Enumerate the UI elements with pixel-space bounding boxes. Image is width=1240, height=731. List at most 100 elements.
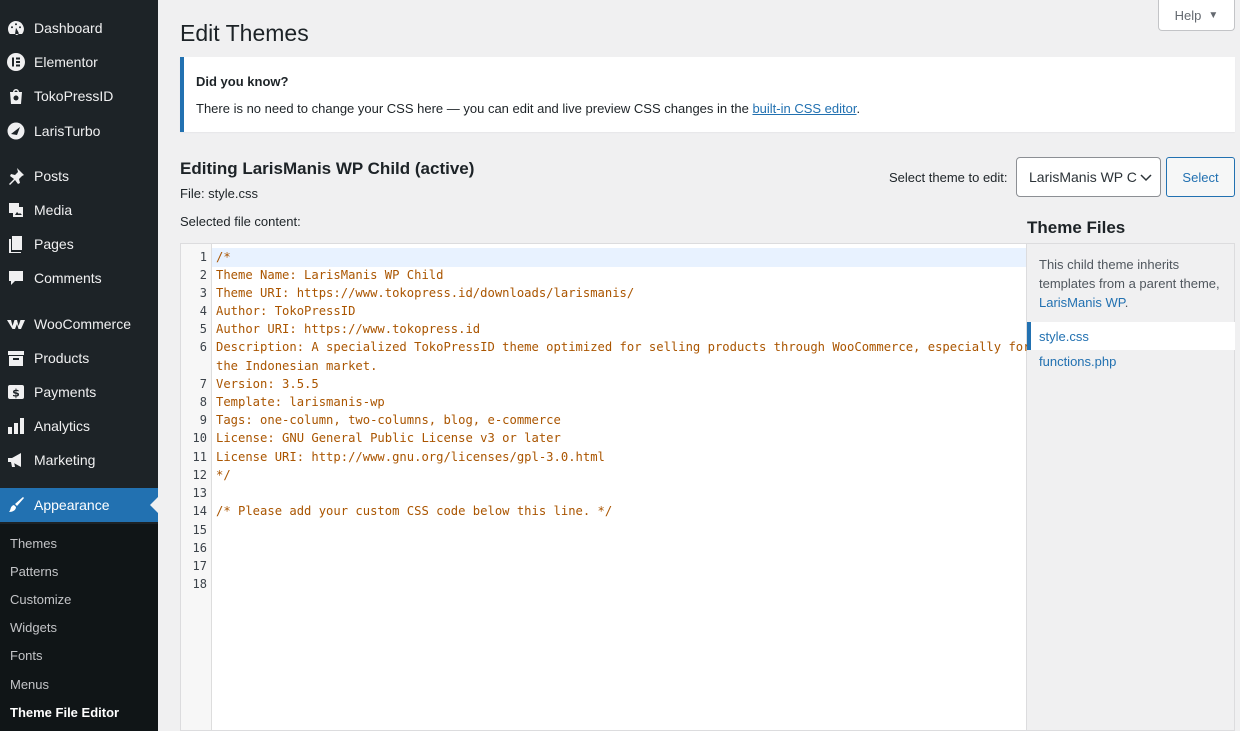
sidebar-item-label: Analytics bbox=[34, 418, 91, 434]
line-number-gutter: 1 2 3 4 5 6 7 8 9 10 11 12 13 14 15 16 1… bbox=[181, 244, 212, 730]
sidebar-item-label: Dashboard bbox=[34, 20, 103, 36]
sidebar-item-woocommerce[interactable]: WooCommerce bbox=[0, 307, 158, 341]
code-line: Theme Name: LarisManis WP Child bbox=[216, 268, 444, 282]
code-line: Author URI: https://www.tokopress.id bbox=[216, 322, 481, 336]
file-link-functions-php[interactable]: functions.php bbox=[1027, 347, 1235, 375]
media-icon bbox=[5, 199, 27, 221]
notice-text-before: There is no need to change your CSS here… bbox=[196, 101, 753, 116]
did-you-know-notice: Did you know? There is no need to change… bbox=[180, 57, 1235, 132]
sidebar-item-products[interactable]: Products bbox=[0, 341, 158, 375]
css-editor-link[interactable]: built-in CSS editor bbox=[752, 101, 856, 116]
help-label: Help bbox=[1174, 7, 1202, 23]
paintbrush-icon bbox=[5, 494, 27, 516]
sidebar-item-analytics[interactable]: Analytics bbox=[0, 409, 158, 443]
theme-select-dropdown[interactable]: LarisManis WP Child bbox=[1016, 157, 1161, 197]
parent-theme-link[interactable]: LarisManis WP bbox=[1039, 295, 1125, 310]
payments-icon: $ bbox=[5, 381, 27, 403]
line-number: 4 bbox=[199, 304, 207, 318]
admin-sidebar: Dashboard Elementor TokoPressID LarisTur… bbox=[0, 0, 158, 731]
code-line: License URI: http://www.gnu.org/licenses… bbox=[216, 450, 605, 464]
file-link-style-css[interactable]: style.css bbox=[1027, 322, 1235, 350]
theme-select-value: LarisManis WP Child bbox=[1029, 169, 1137, 185]
line-number: 10 bbox=[192, 431, 207, 445]
selected-content-label: Selected file content: bbox=[180, 214, 301, 229]
submenu-item-fonts[interactable]: Fonts bbox=[10, 648, 43, 663]
dashboard-icon bbox=[5, 17, 27, 39]
pages-icon bbox=[5, 233, 27, 255]
code-line: /* Please add your custom CSS code below… bbox=[216, 504, 613, 518]
notice-text-after: . bbox=[856, 101, 861, 116]
line-number: 9 bbox=[199, 413, 207, 427]
page-title: Edit Themes bbox=[180, 20, 309, 46]
theme-files-title: Theme Files bbox=[1027, 218, 1126, 237]
sidebar-item-marketing[interactable]: Marketing bbox=[0, 443, 158, 477]
sidebar-item-comments[interactable]: Comments bbox=[0, 261, 158, 295]
notice-title: Did you know? bbox=[196, 74, 289, 89]
notice-text: There is no need to change your CSS here… bbox=[196, 101, 860, 116]
sidebar-item-label: Elementor bbox=[34, 54, 98, 70]
line-number: 18 bbox=[192, 577, 207, 591]
line-number: 8 bbox=[199, 395, 207, 409]
sidebar-item-laristurbo[interactable]: LarisTurbo bbox=[0, 114, 158, 148]
sidebar-item-elementor[interactable]: Elementor bbox=[0, 45, 158, 79]
sidebar-item-label: Posts bbox=[34, 168, 70, 184]
code-line: Tags: one-column, two-columns, blog, e-c… bbox=[216, 413, 561, 427]
sidebar-item-label: Media bbox=[34, 202, 73, 218]
line-number: 11 bbox=[192, 450, 207, 464]
megaphone-icon bbox=[5, 449, 27, 471]
help-button[interactable]: Help ▼ bbox=[1158, 0, 1235, 31]
code-line: Template: larismanis-wp bbox=[216, 395, 385, 409]
sidebar-item-label: LarisTurbo bbox=[34, 123, 101, 139]
woocommerce-icon bbox=[5, 313, 27, 335]
tokopress-icon bbox=[5, 85, 27, 107]
code-line: Theme URI: https://www.tokopress.id/down… bbox=[216, 286, 635, 300]
submenu-item-menus[interactable]: Menus bbox=[10, 677, 49, 692]
sidebar-item-label: Pages bbox=[34, 236, 74, 252]
code-line: Author: TokoPressID bbox=[216, 304, 356, 318]
comment-icon bbox=[5, 267, 27, 289]
theme-files-panel: This child theme inherits templates from… bbox=[1027, 243, 1235, 731]
sidebar-item-label: Comments bbox=[34, 270, 102, 286]
line-number: 16 bbox=[192, 541, 207, 555]
sidebar-item-label: Marketing bbox=[34, 452, 96, 468]
pin-icon bbox=[5, 165, 27, 187]
sidebar-item-label: Payments bbox=[34, 384, 97, 400]
line-number: 5 bbox=[199, 322, 207, 336]
appearance-submenu: Themes Patterns Customize Widgets Fonts … bbox=[0, 524, 158, 731]
laristurbo-icon bbox=[5, 120, 27, 142]
code-line: License: GNU General Public License v3 o… bbox=[216, 431, 561, 445]
bar-chart-icon bbox=[5, 415, 27, 437]
sidebar-item-label: WooCommerce bbox=[34, 316, 131, 332]
sidebar-item-posts[interactable]: Posts bbox=[0, 159, 158, 193]
submenu-item-widgets[interactable]: Widgets bbox=[10, 620, 57, 635]
sidebar-item-media[interactable]: Media bbox=[0, 193, 158, 227]
archive-icon bbox=[5, 347, 27, 369]
sidebar-item-label: Appearance bbox=[34, 497, 110, 513]
code-line: Description: A specialized TokoPressID t… bbox=[216, 340, 1031, 354]
sidebar-item-appearance[interactable]: Appearance bbox=[0, 488, 158, 522]
code-line: the Indonesian market. bbox=[216, 359, 378, 373]
submenu-item-theme-file-editor[interactable]: Theme File Editor bbox=[10, 705, 119, 720]
code-line: */ bbox=[216, 468, 231, 482]
sidebar-item-pages[interactable]: Pages bbox=[0, 227, 158, 261]
line-number: 2 bbox=[199, 268, 207, 282]
submenu-item-patterns[interactable]: Patterns bbox=[10, 564, 58, 579]
chevron-down-icon bbox=[1140, 174, 1152, 182]
code-line: /* bbox=[216, 250, 231, 264]
theme-files-desc-text: This child theme inherits templates from… bbox=[1039, 257, 1220, 291]
line-number: 12 bbox=[192, 468, 207, 482]
theme-select-label: Select theme to edit: bbox=[889, 170, 1008, 185]
submenu-item-customize[interactable]: Customize bbox=[10, 592, 71, 607]
line-number: 1 bbox=[199, 250, 207, 264]
code-line: Version: 3.5.5 bbox=[216, 377, 319, 391]
elementor-icon bbox=[5, 51, 27, 73]
sidebar-item-payments[interactable]: $ Payments bbox=[0, 375, 158, 409]
sidebar-item-tokopressid[interactable]: TokoPressID bbox=[0, 79, 158, 113]
sidebar-item-dashboard[interactable]: Dashboard bbox=[0, 11, 158, 45]
line-number: 17 bbox=[192, 559, 207, 573]
sidebar-item-label: TokoPressID bbox=[34, 88, 114, 104]
code-editor[interactable]: 1 2 3 4 5 6 7 8 9 10 11 12 13 14 15 16 1… bbox=[180, 243, 1031, 731]
submenu-item-themes[interactable]: Themes bbox=[10, 536, 57, 551]
svg-text:$: $ bbox=[12, 387, 20, 400]
select-theme-button[interactable]: Select bbox=[1166, 157, 1235, 197]
